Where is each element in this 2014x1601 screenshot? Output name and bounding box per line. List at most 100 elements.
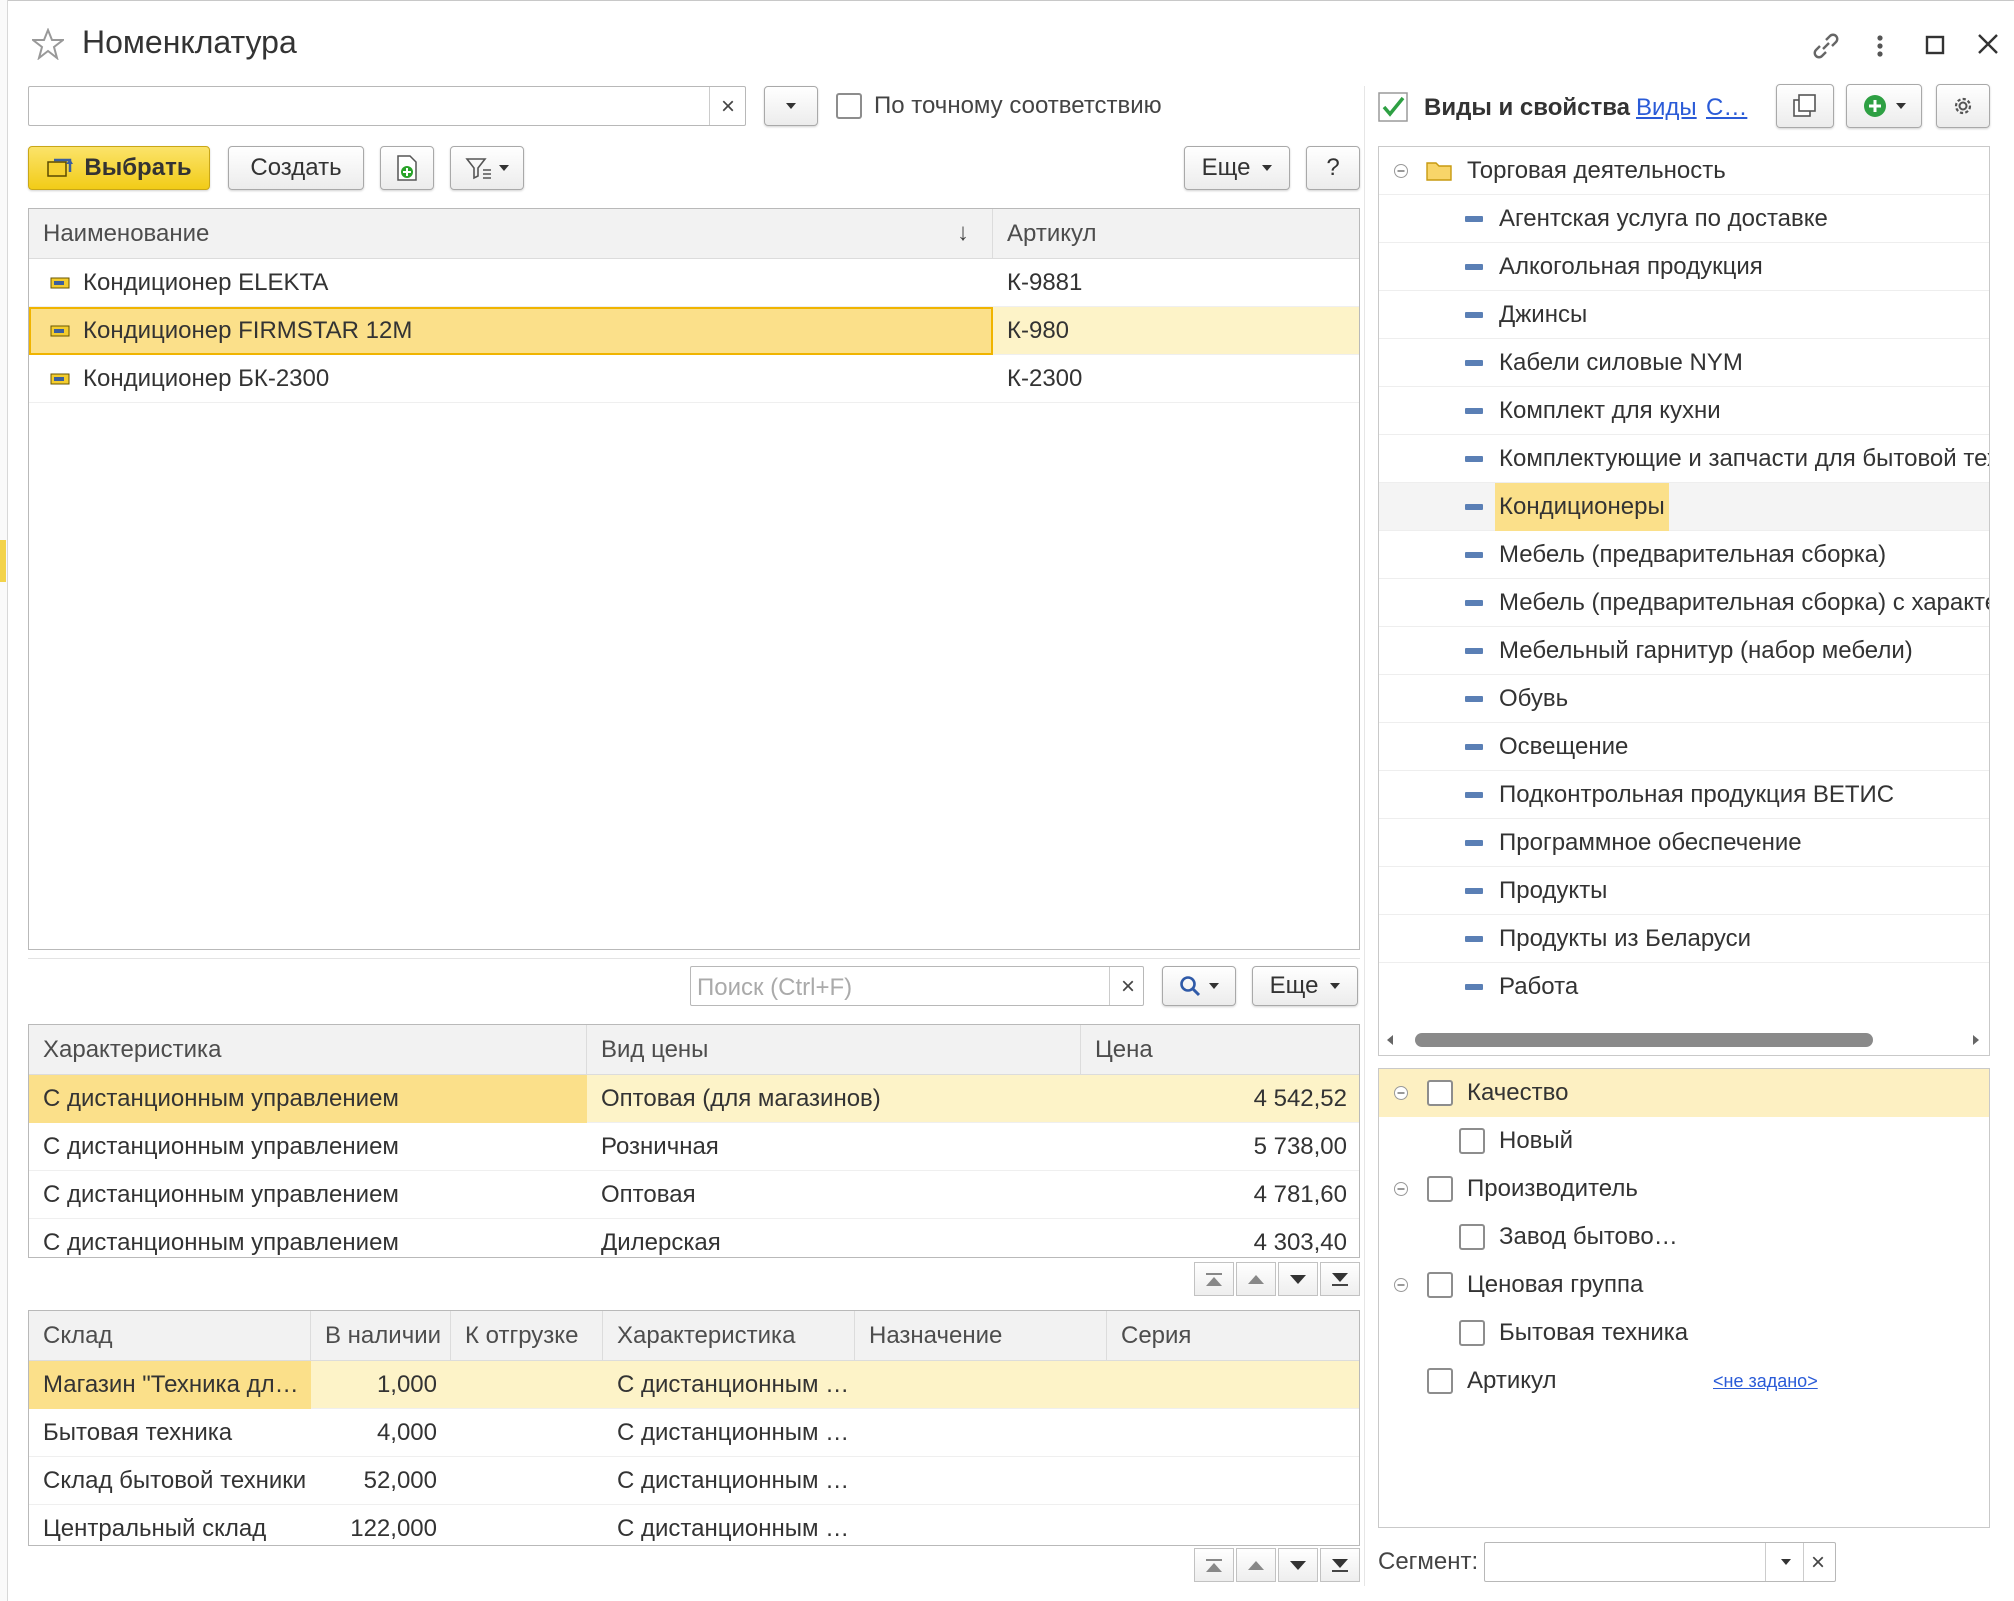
column-header-available[interactable]: В наличии	[311, 1311, 451, 1361]
prices-search-button[interactable]	[1162, 966, 1236, 1006]
splitter[interactable]	[28, 958, 1360, 959]
products-table[interactable]: Наименование ↓ Артикул Кондиционер ELEKT…	[28, 208, 1360, 950]
tree-item[interactable]: Работа	[1379, 963, 1989, 1011]
prices-search-input[interactable]: Поиск (Ctrl+F) ×	[690, 966, 1144, 1006]
search-clear-button[interactable]: ×	[721, 93, 735, 121]
tree-item[interactable]: Мебель (предварительная сборка) с характ…	[1379, 579, 1989, 627]
property-group[interactable]: Производитель	[1379, 1165, 1989, 1213]
exact-match-checkbox[interactable]	[836, 93, 862, 119]
favorite-star-icon[interactable]	[32, 28, 64, 60]
property-value[interactable]: Новый	[1379, 1117, 1989, 1165]
move-up-button[interactable]	[1236, 1548, 1276, 1582]
move-down-button[interactable]	[1278, 1548, 1318, 1582]
prices-more-button[interactable]: Еще	[1252, 966, 1358, 1006]
tree-item[interactable]: Мебель (предварительная сборка)	[1379, 531, 1989, 579]
column-header-characteristic[interactable]: Характеристика	[603, 1311, 855, 1361]
prices-search-clear-button[interactable]: ×	[1121, 973, 1135, 1001]
column-header-name[interactable]: Наименование	[29, 209, 993, 259]
table-row[interactable]: С дистанционным управлением Оптовая 4 78…	[29, 1171, 1359, 1219]
collapse-icon[interactable]	[1393, 1085, 1409, 1101]
copy-button[interactable]	[1776, 84, 1834, 128]
tree-item[interactable]: Подконтрольная продукция ВЕТИС	[1379, 771, 1989, 819]
more-vertical-icon[interactable]	[1870, 30, 1890, 62]
column-header-price[interactable]: Цена	[1081, 1025, 1359, 1075]
property-checkbox[interactable]	[1427, 1368, 1453, 1394]
property-checkbox[interactable]	[1459, 1224, 1485, 1250]
types-tree[interactable]: Торговая деятельность Агентская услуга п…	[1378, 146, 1990, 1056]
table-row[interactable]: Кондиционер ELEKTA К-9881	[29, 259, 1359, 307]
move-first-button[interactable]	[1194, 1262, 1234, 1296]
tree-item[interactable]: Продукты	[1379, 867, 1989, 915]
property-checkbox[interactable]	[1427, 1080, 1453, 1106]
property-value[interactable]: Бытовая техника	[1379, 1309, 1989, 1357]
move-last-button[interactable]	[1320, 1548, 1360, 1582]
search-mode-dropdown[interactable]	[764, 86, 818, 126]
tree-item[interactable]: Комплектующие и запчасти для бытовой тех…	[1379, 435, 1989, 483]
filter-button[interactable]	[450, 146, 524, 190]
link-types[interactable]: Виды	[1636, 94, 1697, 122]
table-row[interactable]: Бытовая техника 4,000 С дистанционным уп…	[29, 1409, 1359, 1457]
table-row[interactable]: С дистанционным управлением Дилерская 4 …	[29, 1219, 1359, 1257]
link-icon[interactable]	[1810, 30, 1842, 62]
scroll-right-icon[interactable]	[1973, 1035, 1979, 1045]
table-row-selected[interactable]: Кондиционер FIRMSTAR 12M К-980	[29, 307, 1359, 355]
add-button[interactable]	[1846, 84, 1922, 128]
tree-item[interactable]: Освещение	[1379, 723, 1989, 771]
column-header-purpose[interactable]: Назначение	[855, 1311, 1107, 1361]
column-header-warehouse[interactable]: Склад	[29, 1311, 311, 1361]
collapse-icon[interactable]	[1393, 163, 1409, 179]
property-group-selected[interactable]: Качество	[1379, 1069, 1989, 1117]
prices-table[interactable]: Характеристика Вид цены Цена С дистанцио…	[28, 1024, 1360, 1258]
column-header-to-ship[interactable]: К отгрузке	[451, 1311, 603, 1361]
tree-item-selected[interactable]: Кондиционеры	[1379, 483, 1989, 531]
property-checkbox[interactable]	[1427, 1272, 1453, 1298]
tree-item[interactable]: Кабели силовые NYM	[1379, 339, 1989, 387]
settings-button[interactable]	[1936, 84, 1990, 128]
tree-item[interactable]: Агентская услуга по доставке	[1379, 195, 1989, 243]
property-value-link[interactable]: <не задано>	[1713, 1371, 1818, 1392]
collapse-icon[interactable]	[1393, 1181, 1409, 1197]
collapse-icon[interactable]	[1393, 1277, 1409, 1293]
move-down-button[interactable]	[1278, 1262, 1318, 1296]
scroll-left-icon[interactable]	[1387, 1035, 1393, 1045]
tree-horizontal-scrollbar[interactable]	[1379, 1027, 1989, 1055]
table-row[interactable]: Кондиционер БК-2300 К-2300	[29, 355, 1359, 403]
column-header-series[interactable]: Серия	[1107, 1311, 1359, 1361]
segment-clear-button[interactable]: ×	[1811, 1549, 1825, 1577]
tree-item[interactable]: Мебельный гарнитур (набор мебели)	[1379, 627, 1989, 675]
tree-item[interactable]: Обувь	[1379, 675, 1989, 723]
move-first-button[interactable]	[1194, 1548, 1234, 1582]
property-group[interactable]: Ценовая группа	[1379, 1261, 1989, 1309]
property-value[interactable]: Завод бытово…	[1379, 1213, 1989, 1261]
select-button[interactable]: Выбрать	[28, 146, 210, 190]
close-icon[interactable]	[1976, 32, 2000, 56]
stock-table[interactable]: Склад В наличии К отгрузке Характеристик…	[28, 1310, 1360, 1546]
table-row[interactable]: С дистанционным управлением Розничная 5 …	[29, 1123, 1359, 1171]
column-header-characteristic[interactable]: Характеристика	[29, 1025, 587, 1075]
tree-item[interactable]: Программное обеспечение	[1379, 819, 1989, 867]
tree-item[interactable]: Продукты из Беларуси	[1379, 915, 1989, 963]
more-button[interactable]: Еще	[1184, 146, 1290, 190]
column-header-article[interactable]: Артикул	[993, 209, 1359, 259]
move-up-button[interactable]	[1236, 1262, 1276, 1296]
move-last-button[interactable]	[1320, 1262, 1360, 1296]
table-row[interactable]: Центральный склад 122,000 С дистанционны…	[29, 1505, 1359, 1545]
tree-root[interactable]: Торговая деятельность	[1379, 147, 1989, 195]
segment-field[interactable]: ×	[1484, 1542, 1836, 1582]
search-input[interactable]: ×	[28, 86, 746, 126]
tree-item[interactable]: Алкогольная продукция	[1379, 243, 1989, 291]
properties-list[interactable]: Качество Новый Производитель Завод бытов…	[1378, 1068, 1990, 1528]
link-more[interactable]: С…	[1706, 94, 1747, 122]
segment-dropdown-icon[interactable]	[1781, 1559, 1791, 1565]
column-header-price-type[interactable]: Вид цены	[587, 1025, 1081, 1075]
maximize-icon[interactable]	[1924, 34, 1946, 56]
tree-item[interactable]: Джинсы	[1379, 291, 1989, 339]
table-row-selected[interactable]: Магазин "Техника для дома" 1,000 С диста…	[29, 1361, 1359, 1409]
properties-toggle-check-icon[interactable]	[1378, 92, 1408, 122]
create-button[interactable]: Создать	[228, 146, 364, 190]
scrollbar-thumb[interactable]	[1415, 1033, 1873, 1047]
tree-item[interactable]: Комплект для кухни	[1379, 387, 1989, 435]
property-checkbox[interactable]	[1427, 1176, 1453, 1202]
property-checkbox[interactable]	[1459, 1320, 1485, 1346]
help-button[interactable]: ?	[1306, 146, 1360, 190]
